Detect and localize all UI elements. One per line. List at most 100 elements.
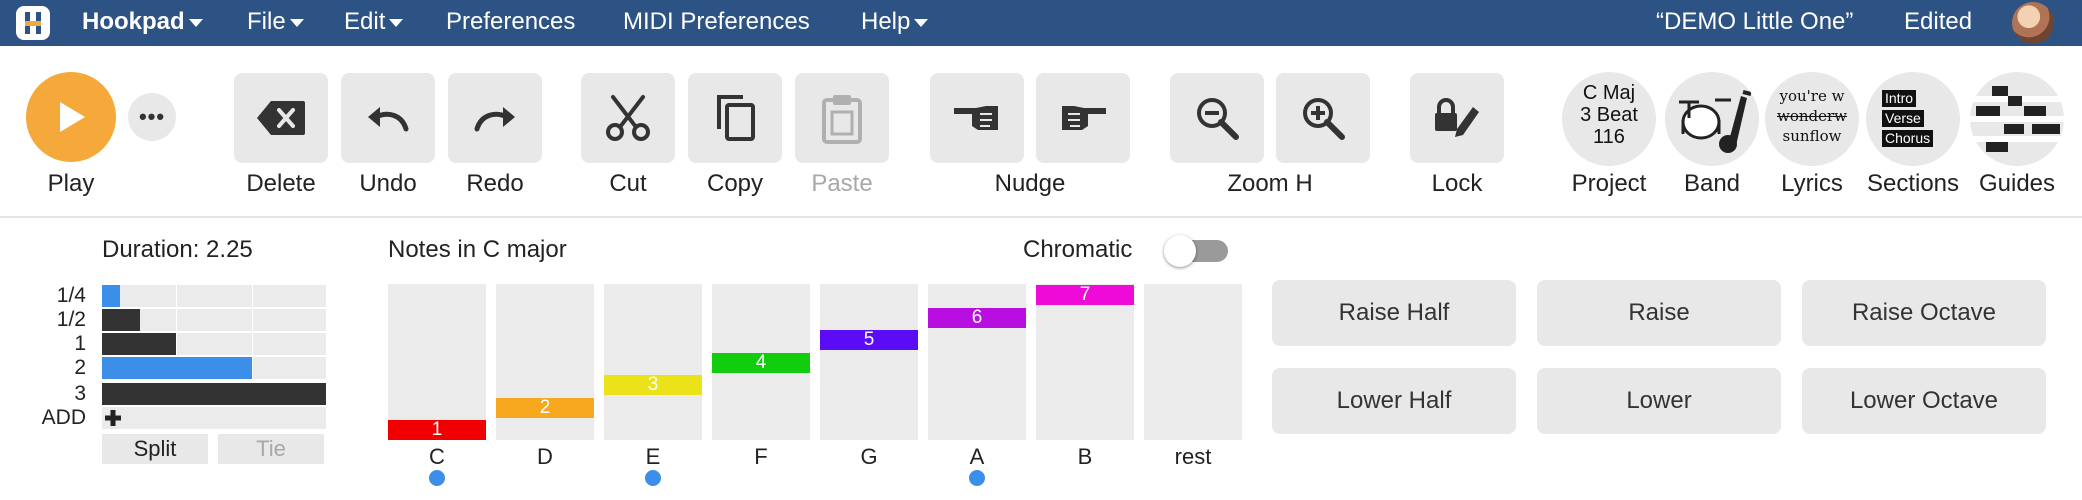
raise-button[interactable]: Raise bbox=[1537, 280, 1781, 346]
note-column-f[interactable]: 4 bbox=[712, 284, 810, 440]
pointing-right-hand-icon bbox=[1062, 106, 1106, 130]
menu-preferences[interactable]: Preferences bbox=[446, 8, 575, 36]
lyrics-button[interactable]: you're w wonderw sunflow bbox=[1765, 72, 1859, 166]
menu-hookpad[interactable]: Hookpad bbox=[82, 8, 203, 36]
duration-fill bbox=[102, 383, 326, 405]
sections-button[interactable]: Intro Verse Chorus bbox=[1866, 72, 1960, 166]
duration-label: 1/4 bbox=[56, 284, 86, 307]
user-avatar[interactable] bbox=[2012, 2, 2054, 44]
note-degree-bar[interactable]: 5 bbox=[820, 330, 918, 350]
raise-half-button[interactable]: Raise Half bbox=[1272, 280, 1516, 346]
duration-tick bbox=[252, 357, 253, 379]
note-column-e[interactable]: 3 bbox=[604, 284, 702, 440]
paste-label: Paste bbox=[811, 170, 873, 197]
note-column-b[interactable]: 7 bbox=[1036, 284, 1134, 440]
note-name: E bbox=[645, 444, 661, 469]
lower-button[interactable]: Lower bbox=[1537, 368, 1781, 434]
menu-edit[interactable]: Edit bbox=[344, 8, 404, 36]
project-meter: 3 Beat bbox=[1580, 104, 1638, 126]
more-options-button[interactable]: ••• bbox=[128, 93, 176, 141]
lower-half-button[interactable]: Lower Half bbox=[1272, 368, 1516, 434]
duration-tick bbox=[252, 285, 253, 307]
section-intro: Intro bbox=[1882, 90, 1917, 107]
undo-icon bbox=[368, 107, 409, 132]
duration-option[interactable] bbox=[102, 383, 326, 405]
redo-label: Redo bbox=[466, 170, 524, 197]
duration-add-track[interactable] bbox=[102, 407, 326, 429]
lyric-line-3: sunflow bbox=[1782, 127, 1842, 145]
note-column-rest[interactable] bbox=[1144, 284, 1242, 440]
duration-label: 3 bbox=[74, 382, 86, 405]
note-degree-bar[interactable]: 4 bbox=[712, 353, 810, 373]
zoom-out-icon bbox=[1197, 98, 1239, 140]
notes-title: Notes in C major bbox=[388, 236, 567, 263]
duration-tick bbox=[252, 333, 253, 355]
chromatic-toggle[interactable] bbox=[1164, 235, 1228, 267]
menu-bar: Hookpad File Edit Preferences MIDI Prefe… bbox=[0, 0, 2082, 46]
note-column-d[interactable]: 2 bbox=[496, 284, 594, 440]
section-verse: Verse bbox=[1882, 110, 1924, 127]
note-degree-bar[interactable]: 1 bbox=[388, 420, 486, 440]
hookpad-logo-icon[interactable] bbox=[16, 6, 50, 40]
zoom-label: Zoom H bbox=[1227, 170, 1313, 197]
menu-file-label: File bbox=[247, 8, 286, 35]
note-in-chord-dot bbox=[645, 470, 661, 486]
note-column-g[interactable]: 5 bbox=[820, 284, 918, 440]
chevron-down-icon bbox=[289, 18, 304, 27]
save-status: Edited bbox=[1904, 8, 1973, 35]
note-name: C bbox=[429, 444, 445, 469]
zoom-in-button[interactable] bbox=[1276, 73, 1370, 163]
zoom-out-button[interactable] bbox=[1170, 73, 1264, 163]
band-button[interactable] bbox=[1665, 72, 1759, 166]
duration-label: 1/2 bbox=[56, 308, 86, 331]
chromatic-label: Chromatic bbox=[1023, 236, 1133, 263]
chevron-down-icon bbox=[914, 18, 929, 27]
chevron-down-icon bbox=[389, 18, 404, 27]
note-name: G bbox=[860, 444, 878, 469]
note-name: B bbox=[1077, 444, 1093, 469]
delete-label: Delete bbox=[246, 170, 316, 197]
duration-fill bbox=[102, 309, 140, 331]
nudge-left-button[interactable] bbox=[930, 73, 1024, 163]
menu-file[interactable]: File bbox=[247, 8, 304, 36]
duration-add-label: ADD bbox=[41, 406, 86, 429]
note-in-chord-dot bbox=[429, 470, 445, 486]
undo-button[interactable] bbox=[341, 73, 435, 163]
note-column-a[interactable]: 6 bbox=[928, 284, 1026, 440]
menu-help-label: Help bbox=[861, 8, 911, 35]
duration-option[interactable] bbox=[102, 357, 326, 379]
tie-button: Tie bbox=[218, 434, 324, 464]
redo-button[interactable] bbox=[448, 73, 542, 163]
menu-help[interactable]: Help bbox=[861, 8, 929, 36]
duration-option[interactable] bbox=[102, 333, 326, 355]
duration-option[interactable] bbox=[102, 309, 326, 331]
guides-button[interactable] bbox=[1970, 72, 2064, 166]
lower-octave-button[interactable]: Lower Octave bbox=[1802, 368, 2046, 434]
lock-button[interactable] bbox=[1410, 73, 1504, 163]
guides-label: Guides bbox=[1978, 170, 2056, 197]
note-degree-bar[interactable]: 7 bbox=[1036, 285, 1134, 305]
nudge-right-button[interactable] bbox=[1036, 73, 1130, 163]
play-label: Play bbox=[47, 170, 95, 197]
duration-fill bbox=[102, 357, 252, 379]
duration-option[interactable] bbox=[102, 285, 326, 307]
delete-button[interactable] bbox=[234, 73, 328, 163]
raise-octave-button[interactable]: Raise Octave bbox=[1802, 280, 2046, 346]
menu-midi-preferences[interactable]: MIDI Preferences bbox=[623, 8, 810, 36]
note-column-c[interactable]: 1 bbox=[388, 284, 486, 440]
note-degree-bar[interactable]: 3 bbox=[604, 375, 702, 395]
lock-label: Lock bbox=[1431, 170, 1483, 197]
cut-button[interactable] bbox=[581, 73, 675, 163]
band-label: Band bbox=[1683, 170, 1741, 197]
split-button[interactable]: Split bbox=[102, 434, 208, 464]
lyrics-label: Lyrics bbox=[1781, 170, 1843, 197]
note-degree-bar[interactable]: 6 bbox=[928, 308, 1026, 328]
song-title[interactable]: “DEMO Little One” bbox=[1656, 8, 1853, 36]
duration-tick bbox=[176, 285, 177, 307]
menu-hookpad-label: Hookpad bbox=[82, 8, 185, 35]
copy-button[interactable] bbox=[688, 73, 782, 163]
note-degree-bar[interactable]: 2 bbox=[496, 398, 594, 418]
play-button[interactable] bbox=[26, 72, 116, 162]
lyric-line-1: you're w bbox=[1779, 87, 1845, 105]
project-button[interactable]: C Maj 3 Beat 116 bbox=[1562, 72, 1656, 166]
